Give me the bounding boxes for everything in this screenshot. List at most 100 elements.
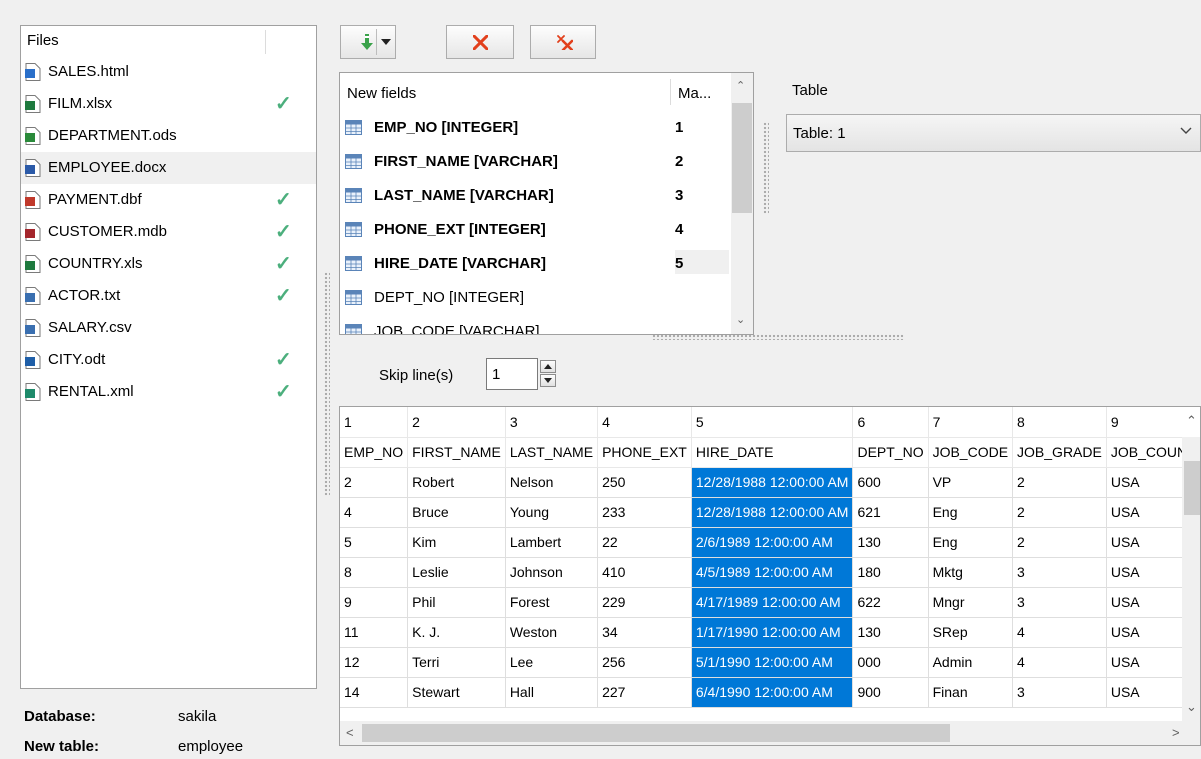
field-mapping[interactable]	[675, 323, 729, 334]
scrollbar-thumb[interactable]	[732, 103, 752, 213]
file-list-item[interactable]: CITY.odt ✓	[21, 344, 316, 376]
table-cell[interactable]: 233	[597, 497, 692, 528]
clear-button[interactable]	[530, 25, 596, 59]
table-cell[interactable]: 5	[340, 527, 409, 558]
delete-button[interactable]	[446, 25, 514, 59]
field-list-item[interactable]: PHONE_EXT [INTEGER] 4	[340, 212, 732, 246]
table-cell[interactable]: 229	[597, 587, 692, 618]
table-cell[interactable]: 4	[340, 497, 409, 528]
field-mapping[interactable]: 1	[675, 119, 729, 143]
table-cell[interactable]: 250	[597, 467, 692, 498]
grid-vertical-scrollbar[interactable]	[1182, 437, 1200, 721]
file-list-item[interactable]: RENTAL.xml ✓	[21, 376, 316, 408]
scroll-down-icon[interactable]: ⌄	[736, 313, 745, 326]
table-cell[interactable]: 6	[852, 407, 929, 438]
spin-down-button[interactable]	[540, 374, 556, 387]
column-divider[interactable]	[670, 79, 671, 105]
table-cell[interactable]: Robert	[407, 467, 506, 498]
grid-horizontal-scrollbar[interactable]: < >	[340, 721, 1200, 745]
table-cell[interactable]: FIRST_NAME	[407, 437, 506, 468]
column-name-row[interactable]: EMP_NO FIRST_NAME LAST_NAME PHONE_EXT HIRE_D…	[340, 437, 1200, 468]
new-fields-list[interactable]: New fields Ma... EMP_NO [INTEGER] 1 FIRST_…	[339, 72, 754, 335]
field-mapping[interactable]: 3	[675, 187, 729, 211]
vertical-splitter[interactable]	[324, 272, 330, 496]
table-cell[interactable]: 600	[852, 467, 929, 498]
field-list-item[interactable]: JOB_CODE [VARCHAR]	[340, 314, 732, 334]
table-cell[interactable]: 6/4/1990 12:00:00 AM	[691, 677, 854, 708]
table-cell[interactable]: Nelson	[505, 467, 599, 498]
file-list-item[interactable]: SALES.html	[21, 56, 316, 88]
table-cell[interactable]: 12	[340, 647, 409, 678]
table-cell[interactable]: JOB_CODE	[928, 437, 1014, 468]
table-cell[interactable]: 621	[852, 497, 929, 528]
field-mapping[interactable]: 2	[675, 153, 729, 177]
file-list-item[interactable]: DEPARTMENT.ods	[21, 120, 316, 152]
table-cell[interactable]: 5/1/1990 12:00:00 AM	[691, 647, 854, 678]
table-row[interactable]: 12 Terri Lee 256 5/1/1990 12:00:00 AM 000 Admi…	[340, 647, 1200, 678]
file-list-item[interactable]: COUNTRY.xls ✓	[21, 248, 316, 280]
table-cell[interactable]: 2	[1012, 527, 1107, 558]
table-cell[interactable]: 3	[505, 407, 599, 438]
scroll-right-icon[interactable]: >	[1172, 725, 1180, 740]
table-cell[interactable]: EMP_NO	[340, 437, 409, 468]
table-cell[interactable]: 2	[1012, 497, 1107, 528]
table-cell[interactable]: 3	[1012, 557, 1107, 588]
table-cell[interactable]: 4	[1012, 647, 1107, 678]
import-button[interactable]	[340, 25, 396, 59]
table-cell[interactable]: Phil	[407, 587, 506, 618]
splitter-handle[interactable]	[763, 122, 769, 214]
table-row[interactable]: 2 Robert Nelson 250 12/28/1988 12:00:00 AM 60…	[340, 467, 1200, 498]
skip-lines-spinner[interactable]	[538, 358, 558, 390]
table-cell[interactable]: Admin	[928, 647, 1014, 678]
table-cell[interactable]: 8	[1012, 407, 1107, 438]
fields-scrollbar[interactable]: ⌃ ⌄	[731, 73, 753, 334]
table-cell[interactable]: Terri	[407, 647, 506, 678]
table-cell[interactable]: JOB_GRADE	[1012, 437, 1107, 468]
table-cell[interactable]: Eng	[928, 527, 1014, 558]
table-cell[interactable]: HIRE_DATE	[691, 437, 854, 468]
file-list-item[interactable]: PAYMENT.dbf ✓	[21, 184, 316, 216]
table-cell[interactable]: Mngr	[928, 587, 1014, 618]
table-cell[interactable]: LAST_NAME	[505, 437, 599, 468]
scroll-left-icon[interactable]: <	[346, 725, 354, 740]
table-cell[interactable]: 9	[340, 587, 409, 618]
table-cell[interactable]: 1	[340, 407, 409, 438]
table-cell[interactable]: Weston	[505, 617, 599, 648]
table-cell[interactable]: 227	[597, 677, 692, 708]
table-cell[interactable]: 3	[1012, 677, 1107, 708]
field-mapping[interactable]: 4	[675, 221, 729, 245]
table-cell[interactable]: 2/6/1989 12:00:00 AM	[691, 527, 854, 558]
field-list-item[interactable]: DEPT_NO [INTEGER]	[340, 280, 732, 314]
file-list-item[interactable]: FILM.xlsx ✓	[21, 88, 316, 120]
table-cell[interactable]: 000	[852, 647, 929, 678]
field-list-item[interactable]: HIRE_DATE [VARCHAR] 5	[340, 246, 732, 280]
table-cell[interactable]: 12/28/1988 12:00:00 AM	[691, 467, 854, 498]
table-cell[interactable]: K. J.	[407, 617, 506, 648]
chevron-down-icon[interactable]	[381, 39, 391, 45]
data-preview-grid[interactable]: 1 2 3 4 5 6 7 8 9 EMP_NO FIRST_NAME LAST_NAME PHONE_…	[339, 406, 1201, 746]
table-row[interactable]: 9 Phil Forest 229 4/17/1989 12:00:00 AM 622 Mn…	[340, 587, 1200, 618]
file-list-item[interactable]: EMPLOYEE.docx	[21, 152, 316, 184]
table-cell[interactable]: 4/17/1989 12:00:00 AM	[691, 587, 854, 618]
column-divider[interactable]	[265, 30, 266, 54]
table-cell[interactable]: 2	[1012, 467, 1107, 498]
file-list-item[interactable]: SALARY.csv	[21, 312, 316, 344]
table-cell[interactable]: Stewart	[407, 677, 506, 708]
table-cell[interactable]: 2	[340, 467, 409, 498]
table-cell[interactable]: 8	[340, 557, 409, 588]
table-cell[interactable]: 4	[597, 407, 692, 438]
table-cell[interactable]: 22	[597, 527, 692, 558]
table-cell[interactable]: 1/17/1990 12:00:00 AM	[691, 617, 854, 648]
scroll-up-icon[interactable]: ⌃	[1186, 413, 1197, 429]
table-select[interactable]: Table: 1	[786, 114, 1201, 152]
column-number-row[interactable]: 123456789	[340, 407, 1200, 438]
table-row[interactable]: 8 Leslie Johnson 410 4/5/1989 12:00:00 AM 180…	[340, 557, 1200, 588]
skip-lines-input[interactable]: 1	[486, 358, 538, 390]
table-row[interactable]: 5 Kim Lambert 22 2/6/1989 12:00:00 AM 130 Eng 2…	[340, 527, 1200, 558]
field-mapping[interactable]: 5	[675, 250, 729, 274]
table-cell[interactable]: Leslie	[407, 557, 506, 588]
table-cell[interactable]: 622	[852, 587, 929, 618]
scroll-down-icon[interactable]: ⌄	[1186, 699, 1197, 715]
table-cell[interactable]: Johnson	[505, 557, 599, 588]
table-cell[interactable]: Young	[505, 497, 599, 528]
